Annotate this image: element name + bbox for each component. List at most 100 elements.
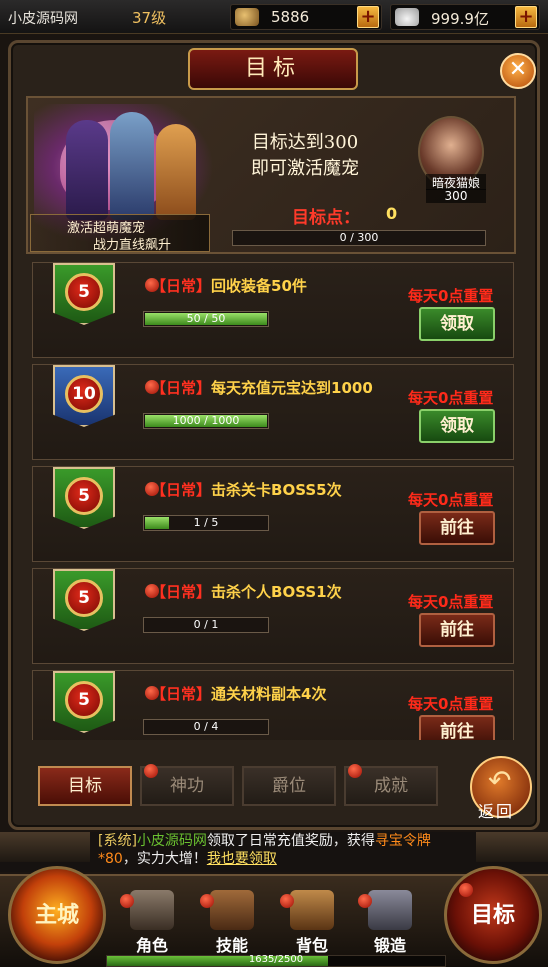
task-medal: 5 <box>53 263 115 333</box>
task-title: 每天充值元宝达到1000 <box>211 379 373 397</box>
add-gold-button[interactable]: + <box>357 6 379 28</box>
pet-figure-right <box>156 124 196 220</box>
promo-caption: 激活超萌魔宠 战力直线飙升 <box>30 214 210 253</box>
anvil-icon <box>368 890 412 930</box>
pet-figure-center <box>110 112 154 220</box>
system-text-1: 领取了日常充值奖励，获得 <box>206 833 375 849</box>
nav-forge-button[interactable]: 锻造 <box>358 890 422 955</box>
task-medal: 5 <box>53 671 115 740</box>
task-progress-bar: 0 / 1 <box>143 617 269 633</box>
task-row: 5 【日常】通关材料副本4次 0 / 4 每天0点重置 前往 <box>32 670 514 740</box>
task-progress-text: 0 / 4 <box>193 720 219 733</box>
main-city-button[interactable]: 主城 <box>8 866 106 964</box>
claim-too-link[interactable]: 我也要领取 <box>207 851 277 867</box>
task-progress-text: 50 / 50 <box>186 312 226 325</box>
pet-name: 暗夜猫娘 <box>426 174 486 190</box>
yuanbao-value: 999.9亿 <box>431 10 489 28</box>
task-title: 通关材料副本4次 <box>211 685 327 703</box>
promo-line-2: 战力直线飙升 <box>93 238 172 253</box>
nav-role-label: 角色 <box>135 936 168 955</box>
tab-goal-label: 目标 <box>68 776 102 796</box>
task-name: 【日常】击杀个人BOSS1次 <box>151 581 342 602</box>
notification-dot <box>200 894 214 908</box>
notification-dot <box>348 764 362 778</box>
top-status-bar: 小皮源码网 37级 5886 + 999.9亿 + <box>0 0 548 34</box>
claim-button[interactable]: 领取 <box>419 307 495 341</box>
tab-divine-skill[interactable]: 神功 <box>140 764 234 806</box>
medal-reward-value: 5 <box>65 681 103 719</box>
medal-reward-value: 5 <box>65 273 103 311</box>
task-name: 【日常】回收装备50件 <box>151 275 307 296</box>
task-tag: 【日常】 <box>151 277 212 295</box>
task-row: 5 【日常】击杀关卡BOSS5次 1 / 5 每天0点重置 前往 <box>32 466 514 562</box>
nav-role-button[interactable]: 角色 <box>120 890 184 955</box>
nav-bag-button[interactable]: 背包 <box>280 890 344 955</box>
task-row: 10 【日常】每天充值元宝达到1000 1000 / 1000 每天0点重置 领… <box>32 364 514 460</box>
player-level: 37级 <box>132 9 167 27</box>
nav-forge-label: 锻造 <box>373 936 406 955</box>
task-medal: 10 <box>53 365 115 435</box>
task-list[interactable]: 5 【日常】回收装备50件 50 / 50 每天0点重置 领取 10 【日常】每… <box>32 262 514 740</box>
task-title: 击杀个人BOSS1次 <box>211 583 342 601</box>
gold-value: 5886 <box>271 8 310 26</box>
task-tag: 【日常】 <box>151 379 212 397</box>
task-name: 【日常】击杀关卡BOSS5次 <box>151 479 342 500</box>
goal-line-1: 目标达到300 <box>251 132 359 153</box>
back-button[interactable]: ↶ 返回 <box>470 756 532 821</box>
go-button[interactable]: 前往 <box>419 613 495 647</box>
nav-goal-label: 目标 <box>470 902 515 928</box>
nav-goal-button[interactable]: 目标 <box>444 866 542 964</box>
task-reset-note: 每天0点重置 <box>408 593 494 611</box>
task-reset-note: 每天0点重置 <box>408 491 494 509</box>
goal-progress-bar: 0 / 300 <box>232 230 486 246</box>
tab-goal[interactable]: 目标 <box>38 766 132 806</box>
go-button[interactable]: 前往 <box>419 715 495 740</box>
task-row: 5 【日常】击杀个人BOSS1次 0 / 1 每天0点重置 前往 <box>32 568 514 664</box>
notification-dot <box>459 883 473 897</box>
chat-toggle-left[interactable] <box>0 832 90 862</box>
task-progress-bar: 1 / 5 <box>143 515 269 531</box>
task-title: 击杀关卡BOSS5次 <box>211 481 342 499</box>
task-name: 【日常】每天充值元宝达到1000 <box>151 377 373 398</box>
chat-toggle-right[interactable] <box>476 832 548 862</box>
task-row: 5 【日常】回收装备50件 50 / 50 每天0点重置 领取 <box>32 262 514 358</box>
nav-skill-label: 技能 <box>215 936 248 955</box>
task-progress-text: 1000 / 1000 <box>172 414 240 427</box>
notification-dot <box>358 894 372 908</box>
notification-dot <box>280 894 294 908</box>
ingot-icon <box>395 8 419 26</box>
add-yuanbao-button[interactable]: + <box>515 6 537 28</box>
tab-achievement[interactable]: 成就 <box>344 764 438 806</box>
back-label: 返回 <box>478 802 515 821</box>
system-message: [系统]小皮源码网领取了日常充值奖励，获得寻宝令牌*80，实力大增！我也要领取 <box>98 832 448 868</box>
tab-divine-skill-label: 神功 <box>170 776 204 796</box>
medal-reward-value: 10 <box>65 375 103 413</box>
tab-nobility[interactable]: 爵位 <box>242 766 336 806</box>
task-tag: 【日常】 <box>151 481 212 499</box>
task-tag: 【日常】 <box>151 685 212 703</box>
task-progress-text: 1 / 5 <box>193 516 219 529</box>
go-button[interactable]: 前往 <box>419 511 495 545</box>
task-medal: 5 <box>53 569 115 639</box>
close-button[interactable]: ✕ <box>500 53 536 89</box>
system-site-name: 小皮源码网 <box>136 833 207 849</box>
claim-button[interactable]: 领取 <box>419 409 495 443</box>
system-prefix: [系统] <box>98 833 137 849</box>
panel-title-plate: 目标 <box>188 48 358 90</box>
medal-reward-value: 5 <box>65 579 103 617</box>
panel-title: 目标 <box>244 56 301 81</box>
medal-reward-value: 5 <box>65 477 103 515</box>
task-reset-note: 每天0点重置 <box>408 287 494 305</box>
treasure-chest-icon <box>290 890 334 930</box>
task-reset-note: 每天0点重置 <box>408 695 494 713</box>
task-progress-bar: 1000 / 1000 <box>143 413 269 429</box>
task-reset-note: 每天0点重置 <box>408 389 494 407</box>
nav-skill-button[interactable]: 技能 <box>200 890 264 955</box>
task-name: 【日常】通关材料副本4次 <box>151 683 326 704</box>
experience-text: 1635/2500 <box>248 954 304 965</box>
role-icon <box>130 890 174 930</box>
goal-line-2: 即可激活魔宠 <box>251 158 359 179</box>
pet-figure-left <box>66 120 108 220</box>
site-name: 小皮源码网 <box>8 11 78 27</box>
goal-progress-text: 0 / 300 <box>339 231 379 244</box>
